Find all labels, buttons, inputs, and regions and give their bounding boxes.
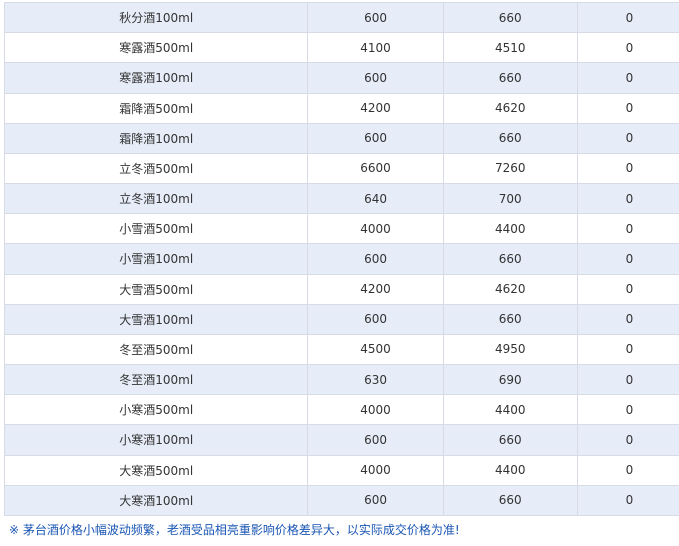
price-cell: 600 [307,62,444,94]
table-row: 大寒酒500ml 4000 4400 0 [3,454,679,486]
price-cell: 660 [442,62,578,94]
change-cell: 0 [576,364,679,396]
change-cell: 0 [576,394,679,426]
product-name-cell: 霜降酒500ml [3,92,309,124]
price-cell: 4510 [442,32,578,64]
price-cell: 700 [442,183,578,215]
product-name-cell: 冬至酒500ml [3,333,309,366]
price-cell: 4950 [442,333,578,366]
product-name-cell: 秋分酒100ml [3,1,309,34]
product-name-cell: 大寒酒100ml [3,484,309,516]
product-name-cell: 大雪酒500ml [3,273,309,305]
change-cell: 0 [576,454,679,486]
price-cell: 600 [307,484,444,516]
change-cell: 0 [576,213,679,245]
change-cell: 0 [576,62,679,94]
table-row: 大雪酒500ml 4200 4620 0 [3,273,679,305]
price-cell: 660 [442,303,578,335]
change-cell: 0 [576,122,679,154]
table-row: 小雪酒500ml 4000 4400 0 [3,213,679,245]
product-name-cell: 小寒酒100ml [3,424,309,456]
product-name-cell: 大寒酒500ml [3,454,309,486]
table-row: 大雪酒100ml 600 660 0 [3,303,679,335]
price-cell: 4400 [442,394,578,426]
product-name-cell: 立冬酒500ml [3,152,309,185]
price-cell: 4400 [442,213,578,245]
price-cell: 4100 [307,32,444,64]
table-row: 霜降酒500ml 4200 4620 0 [3,92,679,124]
change-cell: 0 [576,333,679,366]
product-name-cell: 小雪酒500ml [3,213,309,245]
change-cell: 0 [576,484,679,516]
price-cell: 640 [307,183,444,215]
change-cell: 0 [576,92,679,124]
price-cell: 4000 [307,213,444,245]
price-cell: 7260 [442,152,578,185]
change-cell: 0 [576,424,679,456]
change-cell: 0 [576,32,679,64]
change-cell: 0 [576,303,679,335]
table-row: 霜降酒100ml 600 660 0 [3,122,679,154]
product-name-cell: 寒露酒500ml [3,32,309,64]
product-name-cell: 立冬酒100ml [3,183,309,215]
table-row: 寒露酒500ml 4100 4510 0 [3,32,679,64]
price-cell: 660 [442,122,578,154]
product-name-cell: 冬至酒100ml [3,364,309,396]
price-cell: 6600 [307,152,444,185]
table-row: 寒露酒100ml 600 660 0 [3,62,679,94]
price-cell: 600 [307,424,444,456]
product-name-cell: 大雪酒100ml [3,303,309,335]
table-row: 小寒酒500ml 4000 4400 0 [3,394,679,426]
price-cell: 660 [442,1,578,34]
price-table-body: 秋分酒100ml 600 660 0 寒露酒500ml 4100 4510 0 寒露酒100ml… [3,1,679,516]
price-cell: 660 [442,424,578,456]
price-cell: 4000 [307,454,444,486]
price-table: 秋分酒100ml 600 660 0 寒露酒500ml 4100 4510 0 寒露酒100ml… [3,1,679,516]
footnote: ※ 茅台酒价格小幅波动频繁，老酒受品相亮重影响价格差异大，以实际成交价格为准! [9,523,460,537]
table-row: 小寒酒100ml 600 660 0 [3,424,679,456]
price-cell: 4620 [442,273,578,305]
product-name-cell: 寒露酒100ml [3,62,309,94]
price-cell: 4620 [442,92,578,124]
price-cell: 600 [307,1,444,34]
price-cell: 4200 [307,273,444,305]
price-cell: 660 [442,484,578,516]
price-cell: 600 [307,243,444,275]
table-row: 冬至酒500ml 4500 4950 0 [3,333,679,366]
change-cell: 0 [576,273,679,305]
price-cell: 4400 [442,454,578,486]
table-row: 秋分酒100ml 600 660 0 [3,1,679,34]
table-row: 冬至酒100ml 630 690 0 [3,364,679,396]
product-name-cell: 霜降酒100ml [3,122,309,154]
price-cell: 4000 [307,394,444,426]
change-cell: 0 [576,183,679,215]
price-cell: 690 [442,364,578,396]
table-row: 立冬酒100ml 640 700 0 [3,183,679,215]
price-cell: 4500 [307,333,444,366]
price-cell: 630 [307,364,444,396]
price-cell: 660 [442,243,578,275]
price-cell: 4200 [307,92,444,124]
price-cell: 600 [307,303,444,335]
product-name-cell: 小雪酒100ml [3,243,309,275]
table-row: 立冬酒500ml 6600 7260 0 [3,152,679,185]
change-cell: 0 [576,243,679,275]
change-cell: 0 [576,1,679,34]
table-row: 小雪酒100ml 600 660 0 [3,243,679,275]
table-row: 大寒酒100ml 600 660 0 [3,484,679,516]
price-cell: 600 [307,122,444,154]
product-name-cell: 小寒酒500ml [3,394,309,426]
change-cell: 0 [576,152,679,185]
